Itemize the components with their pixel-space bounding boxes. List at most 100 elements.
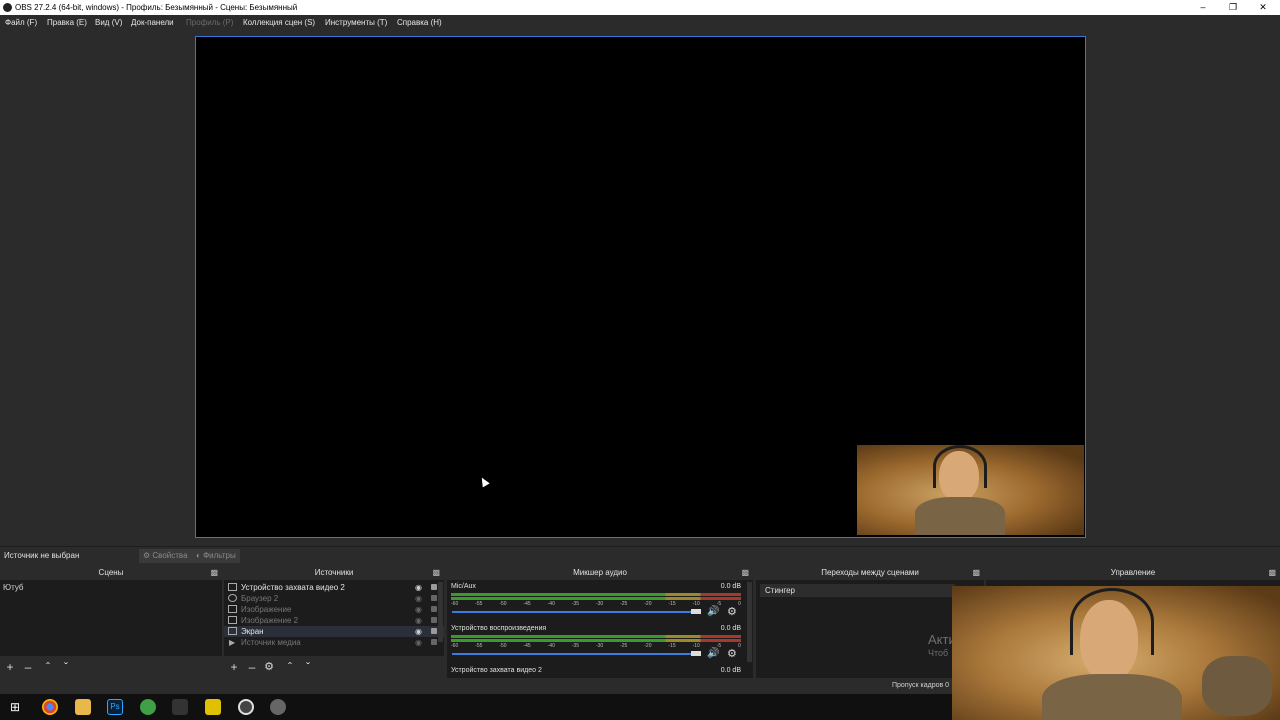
- visibility-eye-icon[interactable]: ◉: [415, 626, 422, 637]
- undock-icon[interactable]: ▩: [1268, 566, 1276, 580]
- volume-meter: [451, 635, 741, 638]
- visibility-eye-icon[interactable]: ◉: [415, 593, 422, 604]
- obs-taskbar-icon[interactable]: [238, 699, 254, 715]
- audio-mixer-dock-header: Микшер аудио ▩: [447, 566, 753, 580]
- title-bar: OBS 27.2.4 (64-bit, windows) - Профиль: …: [0, 0, 1280, 15]
- filters-button[interactable]: ◐ Фильтры: [192, 549, 240, 563]
- scene-item[interactable]: Ютуб: [0, 582, 222, 593]
- file-explorer-icon[interactable]: [75, 699, 91, 715]
- image-icon: [228, 605, 237, 613]
- menu-edit[interactable]: Правка (E): [47, 18, 87, 27]
- lock-icon[interactable]: [431, 595, 437, 601]
- mixer-channel-name: Mic/Aux: [451, 583, 476, 590]
- visibility-eye-icon[interactable]: ◉: [415, 637, 422, 648]
- menu-file[interactable]: Файл (F): [5, 18, 37, 27]
- browser-icon: [228, 594, 237, 602]
- windows-start-icon[interactable]: ⊞: [10, 700, 20, 714]
- mixer-scrollbar[interactable]: [747, 582, 752, 662]
- mixer-channel-db: 0.0 dB: [720, 625, 741, 632]
- mixer-channel-db: 0.0 dB: [720, 583, 741, 590]
- controls-dock-header: Управление ▩: [986, 566, 1280, 580]
- transitions-dock-header: Переходы между сценами ▩: [756, 566, 984, 580]
- menu-tools[interactable]: Инструменты (T): [325, 18, 387, 27]
- menu-docks[interactable]: Док-панели: [131, 18, 174, 27]
- undock-icon[interactable]: ▩: [972, 566, 980, 580]
- source-item-screen[interactable]: Экран ◉: [224, 626, 444, 637]
- mixer-channel-name: Устройство воспроизведения: [451, 625, 547, 632]
- menu-view[interactable]: Вид (V): [95, 18, 122, 27]
- transitions-body: Стингер: [756, 580, 984, 678]
- camera-icon: [228, 583, 237, 591]
- transition-select[interactable]: Стингер: [760, 584, 955, 597]
- move-scene-down-button[interactable]: ˇ: [59, 660, 73, 674]
- scenes-toolbar: + – ˆ ˇ: [0, 656, 222, 678]
- visibility-eye-icon[interactable]: ◉: [415, 615, 422, 626]
- source-item-media[interactable]: ▶ Источник медиа ◉: [224, 637, 444, 648]
- sources-title: Источники: [314, 568, 354, 577]
- volume-meter: [451, 639, 741, 642]
- filter-icon: ◐: [196, 551, 201, 560]
- visibility-eye-icon[interactable]: ◉: [415, 582, 422, 593]
- remove-scene-button[interactable]: –: [21, 660, 35, 674]
- undock-icon[interactable]: ▩: [432, 566, 440, 580]
- menu-profile[interactable]: Профиль (P): [186, 18, 233, 27]
- webcam-source-in-preview[interactable]: [857, 445, 1084, 535]
- gear-icon: ⚙: [143, 551, 151, 560]
- menu-bar: Файл (F) Правка (E) Вид (V) Док-панели П…: [0, 15, 1280, 30]
- dropped-frames-status: Пропуск кадров 0: [892, 682, 950, 689]
- audio-mixer-body: Mic/Aux 0.0 dB -60 -55 -50 -45 -40 -35 -30 -25-…: [447, 580, 753, 678]
- source-item-browser[interactable]: Браузер 2 ◉: [224, 593, 444, 604]
- add-scene-button[interactable]: +: [3, 660, 17, 674]
- lock-icon[interactable]: [431, 617, 437, 623]
- menu-help[interactable]: Справка (H): [397, 18, 442, 27]
- close-icon[interactable]: ✕: [1248, 0, 1278, 15]
- volume-slider[interactable]: [452, 653, 695, 655]
- mixer-channel-name: Устройство захвата видео 2: [451, 667, 542, 674]
- webcam-overlay: [952, 586, 1280, 720]
- lock-icon[interactable]: [431, 628, 437, 634]
- visibility-eye-icon[interactable]: ◉: [415, 604, 422, 615]
- app-icon[interactable]: [205, 699, 221, 715]
- gear-icon[interactable]: ⚙: [727, 649, 739, 660]
- meter-ticks: -60 -55 -50 -45 -40 -35 -30 -25 -20 -15 -10 -5 0: [451, 643, 741, 649]
- source-item-image-2[interactable]: Изображение 2 ◉: [224, 615, 444, 626]
- volume-slider[interactable]: [452, 611, 695, 613]
- properties-button[interactable]: ⚙ Свойства: [139, 549, 192, 563]
- controls-title: Управление: [1110, 568, 1156, 577]
- undock-icon[interactable]: ▩: [741, 566, 749, 580]
- source-item-video-capture[interactable]: Устройство захвата видео 2 ◉: [224, 582, 444, 593]
- scenes-dock-header: Сцены ▩: [0, 566, 222, 580]
- app-icon[interactable]: [270, 699, 286, 715]
- audio-mixer-dock: Микшер аудио ▩ Mic/Aux 0.0 dB -60 -55 -50-…: [447, 566, 753, 678]
- menu-scene-collection[interactable]: Коллекция сцен (S): [243, 18, 315, 27]
- activation-watermark-subtext: Чтоб: [928, 648, 949, 658]
- sources-dock: Источники ▩ Устройство захвата видео 2 ◉…: [224, 566, 444, 678]
- xbox-icon[interactable]: [140, 699, 156, 715]
- restore-icon[interactable]: ❐: [1218, 0, 1248, 15]
- remove-source-button[interactable]: –: [245, 660, 259, 674]
- speaker-icon[interactable]: 🔊: [707, 649, 719, 659]
- lock-icon[interactable]: [431, 606, 437, 612]
- volume-slider-handle[interactable]: [691, 651, 701, 656]
- transitions-title: Переходы между сценами: [821, 568, 919, 577]
- move-source-up-button[interactable]: ˆ: [283, 660, 297, 674]
- chrome-icon[interactable]: [42, 699, 58, 715]
- sources-scrollbar[interactable]: [438, 582, 443, 642]
- add-source-button[interactable]: +: [227, 660, 241, 674]
- source-properties-gear-icon[interactable]: ⚙: [262, 660, 276, 674]
- scenes-dock: Сцены ▩ Ютуб + – ˆ ˇ: [0, 566, 222, 678]
- lock-icon[interactable]: [431, 584, 437, 590]
- speaker-icon[interactable]: 🔊: [707, 607, 719, 617]
- lock-icon[interactable]: [431, 639, 437, 645]
- minimize-icon[interactable]: –: [1188, 0, 1218, 15]
- gear-icon[interactable]: ⚙: [727, 607, 739, 618]
- move-source-down-button[interactable]: ˇ: [301, 660, 315, 674]
- undock-icon[interactable]: ▩: [210, 566, 218, 580]
- image-icon: [228, 616, 237, 624]
- volume-slider-handle[interactable]: [691, 609, 701, 614]
- photoshop-icon[interactable]: Ps: [107, 699, 123, 715]
- move-scene-up-button[interactable]: ˆ: [41, 660, 55, 674]
- terminal-icon[interactable]: [172, 699, 188, 715]
- obs-logo-icon: [3, 3, 12, 12]
- source-item-image[interactable]: Изображение ◉: [224, 604, 444, 615]
